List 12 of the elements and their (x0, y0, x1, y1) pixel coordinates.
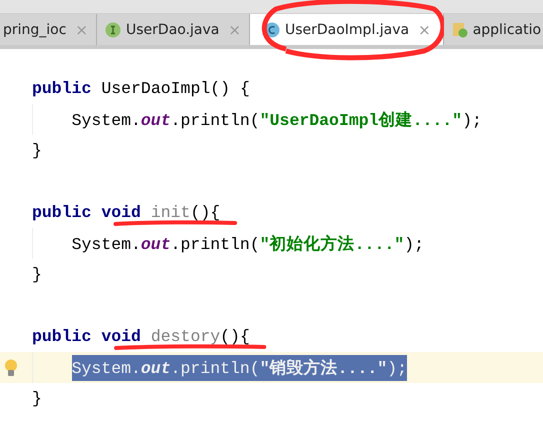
code-line: System.out.println("初始化方法...."); (72, 234, 424, 254)
file-icon (452, 22, 468, 38)
code-line: public void init(){ (32, 203, 220, 222)
lightbulb-icon[interactable] (4, 358, 18, 376)
code-line: } (32, 141, 42, 160)
code-line: public UserDaoImpl() { (32, 79, 250, 98)
interface-icon (105, 22, 121, 38)
code-line: System.out.println("UserDaoImpl创建...."); (72, 110, 482, 130)
code-line: public void destory(){ (32, 327, 250, 346)
code-line: } (32, 389, 42, 408)
file-tab[interactable]: UserDaoImpl.java × (250, 14, 444, 45)
code-line: } (32, 265, 42, 284)
